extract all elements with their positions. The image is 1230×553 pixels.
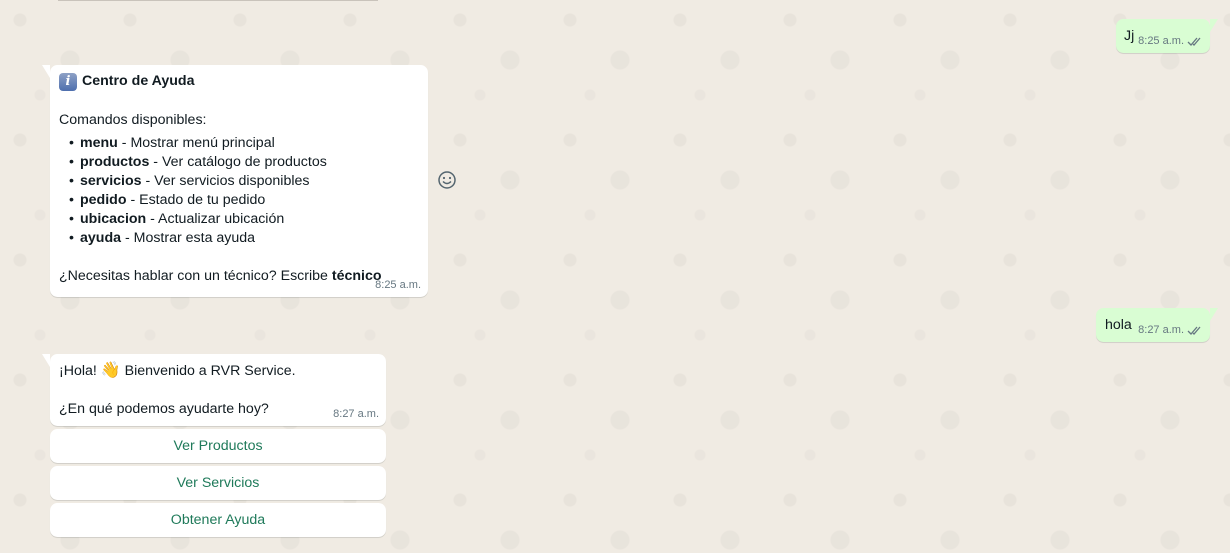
command-name: productos [80, 154, 150, 170]
command-item: pedido - Estado de tu pedido [69, 191, 419, 210]
help-footer: ¿Necesitas hablar con un técnico? Escrib… [59, 267, 419, 286]
command-desc: - Ver servicios disponibles [141, 173, 310, 189]
command-list: menu - Mostrar menú principal productos … [59, 134, 419, 248]
outgoing-message[interactable]: Jj 8:25 a.m. [1116, 19, 1218, 53]
quick-reply-ver-productos[interactable]: Ver Productos [50, 429, 386, 463]
quick-reply-obtener-ayuda[interactable]: Obtener Ayuda [50, 503, 386, 537]
welcome-question: ¿En qué podemos ayudarte hoy? [59, 401, 269, 417]
command-name: ayuda [80, 230, 122, 246]
message-time: 8:25 a.m. [375, 279, 421, 291]
command-item: menu - Mostrar menú principal [69, 134, 419, 153]
command-name: servicios [80, 173, 142, 189]
double-check-icon [1187, 326, 1201, 335]
message-time: 8:27 a.m. [333, 408, 379, 420]
command-desc: - Estado de tu pedido [126, 192, 266, 208]
message-meta: 8:27 a.m. [1138, 323, 1203, 338]
message-time: 8:25 a.m. [1138, 35, 1184, 47]
info-icon: i [59, 72, 77, 91]
help-footer-keyword: técnico [331, 268, 382, 284]
command-desc: - Ver catálogo de productos [149, 154, 327, 170]
top-divider [58, 0, 378, 1]
message-text: Jj [1124, 28, 1135, 44]
help-subtitle: Comandos disponibles: [59, 112, 207, 128]
quick-reply-ver-servicios[interactable]: Ver Servicios [50, 466, 386, 500]
outgoing-message[interactable]: hola 8:27 a.m. [1096, 308, 1218, 342]
message-meta: 8:27 a.m. [333, 407, 379, 422]
help-title: Centro de Ayuda [82, 73, 195, 89]
command-name: menu [80, 135, 118, 151]
command-name: ubicacion [80, 211, 147, 227]
message-time: 8:27 a.m. [1138, 324, 1184, 336]
message-text: hola [1105, 317, 1132, 333]
waving-hand-icon: 👋 [100, 360, 121, 379]
command-item: productos - Ver catálogo de productos [69, 153, 419, 172]
welcome-line: ¡Hola! 👋 Bienvenido a RVR Service. [59, 360, 377, 381]
welcome-greeting: ¡Hola! [59, 363, 101, 379]
smiley-icon[interactable] [436, 169, 458, 191]
welcome-text: Bienvenido a RVR Service. [120, 363, 296, 379]
command-name: pedido [80, 192, 127, 208]
command-desc: - Mostrar esta ayuda [121, 230, 256, 246]
message-meta: 8:25 a.m. [1138, 34, 1203, 49]
incoming-message-help[interactable]: i Centro de Ayuda Comandos disponibles: … [42, 65, 428, 297]
double-check-icon [1187, 37, 1201, 46]
incoming-message-welcome[interactable]: ¡Hola! 👋 Bienvenido a RVR Service. ¿En q… [42, 354, 386, 426]
help-footer-text: ¿Necesitas hablar con un técnico? Escrib… [59, 268, 332, 284]
command-desc: - Actualizar ubicación [146, 211, 285, 227]
command-item: servicios - Ver servicios disponibles [69, 172, 419, 191]
message-meta: 8:25 a.m. [375, 278, 421, 293]
command-desc: - Mostrar menú principal [117, 135, 275, 151]
command-item: ubicacion - Actualizar ubicación [69, 210, 419, 229]
help-title-row: i Centro de Ayuda [59, 71, 419, 92]
command-item: ayuda - Mostrar esta ayuda [69, 229, 419, 248]
